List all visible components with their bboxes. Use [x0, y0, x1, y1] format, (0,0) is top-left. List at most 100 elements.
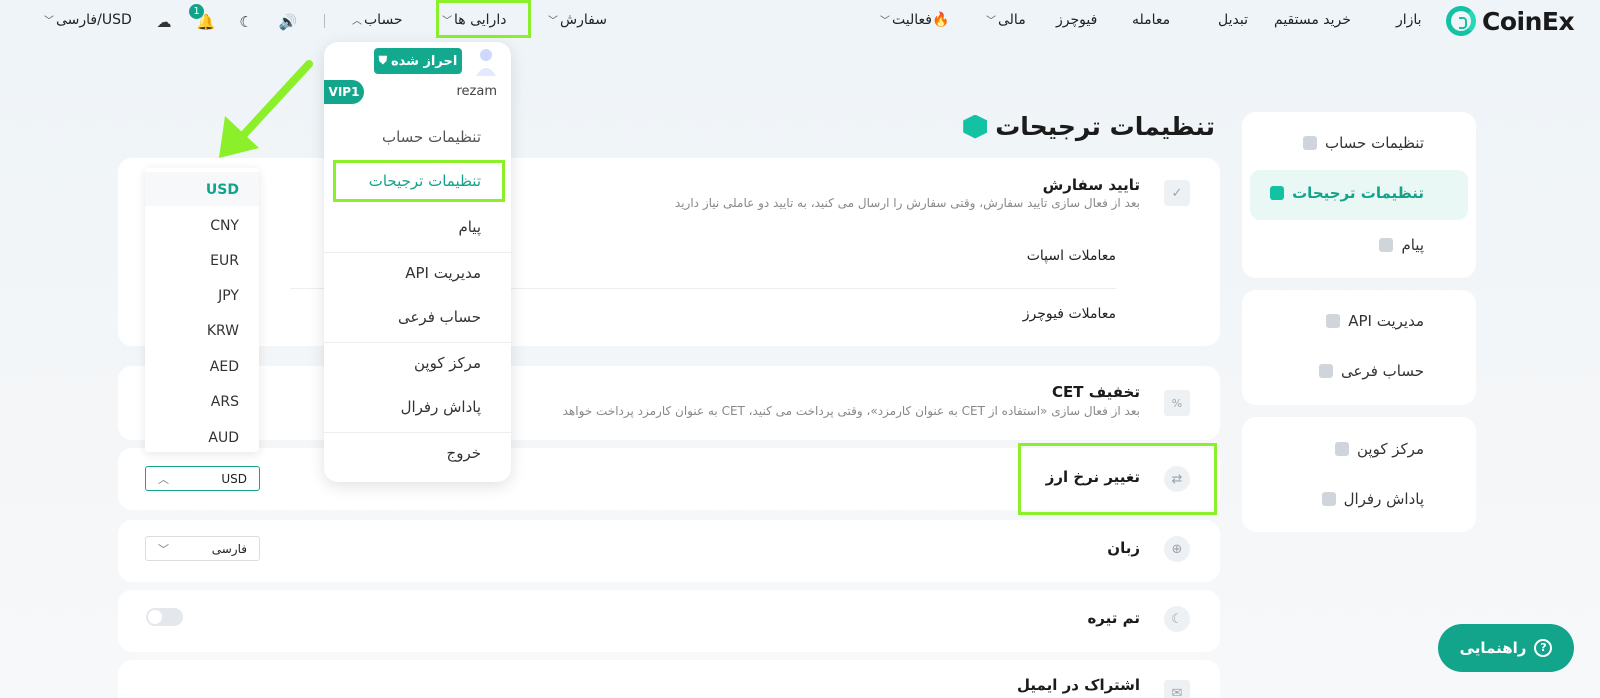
- menu-separator: [324, 342, 511, 343]
- help-button[interactable]: ? راهنمایی: [1438, 624, 1574, 672]
- gift-icon: [1321, 492, 1336, 506]
- currency-option[interactable]: ARS: [211, 394, 239, 410]
- sidebar-item-subaccount[interactable]: حساب فرعی: [1318, 362, 1424, 380]
- menu-separator: [324, 432, 511, 433]
- avatar[interactable]: [474, 46, 498, 76]
- sidebar-item-api[interactable]: مدیریت API: [1326, 312, 1424, 330]
- page-title-text: تنظیمات ترجیحات: [995, 112, 1215, 141]
- globe-icon: ⊕: [1164, 536, 1190, 562]
- language-select-value: فارسی: [211, 542, 247, 556]
- assets-highlight-box: [436, 0, 531, 38]
- vip-badge: VIP1: [324, 80, 364, 104]
- language-title: زبان: [1107, 539, 1140, 557]
- currency-option[interactable]: KRW: [207, 323, 239, 339]
- menu-item-referral[interactable]: پاداش رفرال: [401, 398, 481, 416]
- nav-buy-crypto[interactable]: خرید مستقیم: [1274, 12, 1351, 28]
- nav-language-currency-label: فارسی/USD: [56, 12, 132, 28]
- page-title: تنظیمات ترجیحات: [963, 112, 1215, 141]
- sidebar-item-label: حساب فرعی: [1340, 362, 1424, 380]
- menu-item-messages[interactable]: پیام: [458, 218, 481, 236]
- sidebar-item-coupon[interactable]: مرکز کوپن: [1335, 440, 1424, 458]
- currency-option[interactable]: JPY: [218, 288, 239, 304]
- currency-option[interactable]: EUR: [210, 253, 239, 269]
- user-icon: [1302, 136, 1317, 150]
- menu-item-api[interactable]: مدیریت API: [405, 264, 481, 282]
- coinex-logo-icon: [1446, 6, 1476, 36]
- currency-dropdown: USD CNY EUR JPY KRW AED ARS AUD: [145, 168, 259, 452]
- nav-activity[interactable]: ﹀ فعالیت🔥: [878, 12, 949, 28]
- nav-language-currency[interactable]: ﹀ فارسی/USD: [42, 12, 132, 28]
- chevron-up-icon: ︿: [352, 16, 362, 27]
- language-select[interactable]: فارسی ﹀: [145, 536, 260, 561]
- menu-item-coupon[interactable]: مرکز کوپن: [414, 354, 481, 372]
- currency-option[interactable]: USD: [206, 182, 239, 198]
- percent-icon: %: [1164, 390, 1190, 416]
- nav-finance-label: مالی: [998, 12, 1026, 28]
- sound-icon[interactable]: 🔊: [278, 12, 298, 32]
- username: rezam: [456, 84, 497, 99]
- chevron-up-icon: ︿: [158, 473, 169, 486]
- currency-select-value: USD: [221, 472, 247, 486]
- mail-icon: ✉: [1164, 680, 1190, 698]
- verified-label: احراز شده: [390, 53, 458, 69]
- sidebar-item-label: مدیریت API: [1348, 312, 1424, 330]
- hex-icon: [1270, 186, 1285, 200]
- sidebar-group-2: [1242, 290, 1476, 405]
- sidebar-item-label: پاداش رفرال: [1343, 490, 1424, 508]
- currency-active-bg: [145, 172, 259, 206]
- sidebar-item-account-settings[interactable]: تنظیمات حساب: [1302, 134, 1424, 152]
- currency-option[interactable]: CNY: [210, 218, 239, 234]
- order-confirm-desc: بعد از فعال سازی تایید سفارش، وقتی سفارش…: [674, 196, 1140, 210]
- menu-item-preferences[interactable]: تنظیمات ترجیحات: [369, 172, 481, 190]
- shield-icon: ⛊: [378, 54, 387, 67]
- clipboard-check-icon: ✓: [1164, 180, 1190, 206]
- menu-separator: [324, 252, 511, 253]
- nav-finance[interactable]: ﹀ مالی: [984, 12, 1026, 28]
- sidebar-item-preferences[interactable]: تنظیمات ترجیحات: [1270, 184, 1424, 202]
- question-icon: ?: [1534, 639, 1553, 657]
- email-title: اشتراک در ایمیل: [1017, 676, 1140, 694]
- chevron-down-icon: ﹀: [880, 16, 890, 27]
- currency-highlight-box: [1018, 443, 1217, 515]
- nav-activity-label: فعالیت: [892, 12, 932, 28]
- language-card: [118, 520, 1220, 582]
- help-button-label: راهنمایی: [1459, 639, 1527, 657]
- chevron-down-icon: ﹀: [44, 16, 54, 27]
- nav-orders-label: سفارش: [560, 12, 607, 28]
- sidebar-item-label: مرکز کوپن: [1357, 440, 1424, 458]
- cet-discount-desc: بعد از فعال سازی «استفاده از CET به عنوا…: [562, 404, 1140, 418]
- nav-trade[interactable]: معامله: [1132, 12, 1170, 28]
- menu-item-account-settings[interactable]: تنظیمات حساب: [382, 128, 481, 146]
- currency-option[interactable]: AED: [210, 359, 239, 375]
- coinex-logo[interactable]: CoinEx: [1446, 6, 1575, 36]
- message-icon: [1379, 238, 1394, 252]
- nav-orders[interactable]: ﹀ سفارش: [546, 12, 607, 28]
- chevron-down-icon: ﹀: [548, 16, 558, 27]
- nav-divider: [324, 14, 325, 28]
- account-dropdown-menu: احراز شده ⛊ VIP1 rezam تنظیمات حساب تنظی…: [324, 42, 511, 482]
- cet-discount-title: تخفیف CET: [1052, 383, 1140, 401]
- sidebar-item-messages[interactable]: پیام: [1379, 236, 1424, 254]
- menu-item-logout[interactable]: خروج: [447, 444, 481, 462]
- dark-theme-toggle[interactable]: [146, 608, 183, 626]
- nav-futures[interactable]: فیوچرز: [1056, 12, 1097, 28]
- green-arrow-annotation: [219, 60, 313, 158]
- dark-theme-card: [118, 590, 1220, 652]
- verified-badge: احراز شده ⛊: [374, 48, 462, 74]
- sidebar-item-label: تنظیمات حساب: [1324, 134, 1424, 152]
- chevron-down-icon: ﹀: [158, 543, 169, 556]
- nav-market[interactable]: بازار: [1396, 12, 1422, 28]
- download-icon[interactable]: ☁: [154, 12, 174, 32]
- spot-trades-label: معاملات اسپات: [1026, 248, 1116, 264]
- sidebar-item-referral[interactable]: پاداش رفرال: [1321, 490, 1424, 508]
- menu-item-subaccount[interactable]: حساب فرعی: [398, 308, 481, 326]
- currency-option[interactable]: AUD: [208, 430, 239, 446]
- currency-select[interactable]: USD ︿: [145, 466, 260, 491]
- fire-icon: 🔥: [931, 12, 950, 28]
- nav-account-label: حساب: [364, 12, 403, 28]
- nav-account[interactable]: ︿ حساب: [350, 12, 403, 28]
- chevron-down-icon: ﹀: [986, 16, 996, 27]
- brand-name: CoinEx: [1482, 6, 1575, 36]
- moon-icon[interactable]: ☾: [236, 12, 256, 32]
- nav-convert[interactable]: تبدیل: [1218, 12, 1248, 28]
